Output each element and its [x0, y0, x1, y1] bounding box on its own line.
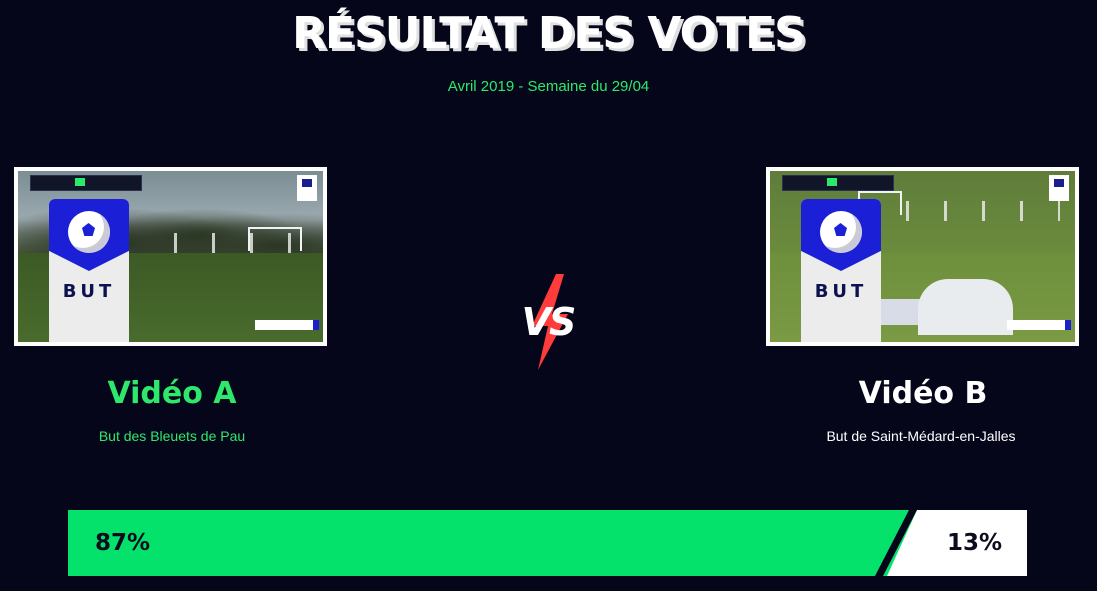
dugout-graphic [918, 279, 1013, 335]
but-card-overlay: BUT [49, 199, 129, 342]
but-card-label: BUT [62, 281, 116, 302]
page-subtitle: Avril 2019 - Semaine du 29/04 [447, 78, 650, 95]
but-card-label: BUT [814, 281, 868, 302]
vote-result-bar: 87% 13% [68, 510, 1027, 576]
football-icon [68, 211, 110, 253]
versus-emblem: VS [512, 270, 584, 374]
video-a-description: But des Bleuets de Pau [98, 428, 246, 444]
video-b-title: Vidéo B [858, 376, 988, 411]
video-b-description: But de Saint-Médard-en-Jalles [826, 428, 1016, 444]
club-tag-overlay [255, 320, 319, 330]
vs-label: VS [521, 300, 577, 344]
video-a-share-fill [68, 510, 917, 576]
video-b-frame: BUT [770, 171, 1075, 342]
video-b-thumbnail[interactable]: BUT [766, 167, 1079, 346]
but-card-overlay: BUT [801, 199, 881, 342]
video-a-percent: 87% [95, 530, 151, 556]
video-b-percent: 13% [946, 530, 1002, 556]
club-tag-overlay [1007, 320, 1071, 330]
page-title: RÉSULTAT DES VOTES [292, 8, 806, 59]
channel-logo-icon [1049, 175, 1069, 201]
channel-logo-icon [297, 175, 317, 201]
video-a-thumbnail[interactable]: BUT [14, 167, 327, 346]
video-a-title: Vidéo A [107, 376, 237, 411]
goal-graphic [248, 227, 302, 251]
scoreboard-overlay [30, 175, 142, 191]
football-icon [820, 211, 862, 253]
scoreboard-overlay [782, 175, 894, 191]
players-graphic [890, 201, 1060, 221]
video-a-frame: BUT [18, 171, 323, 342]
